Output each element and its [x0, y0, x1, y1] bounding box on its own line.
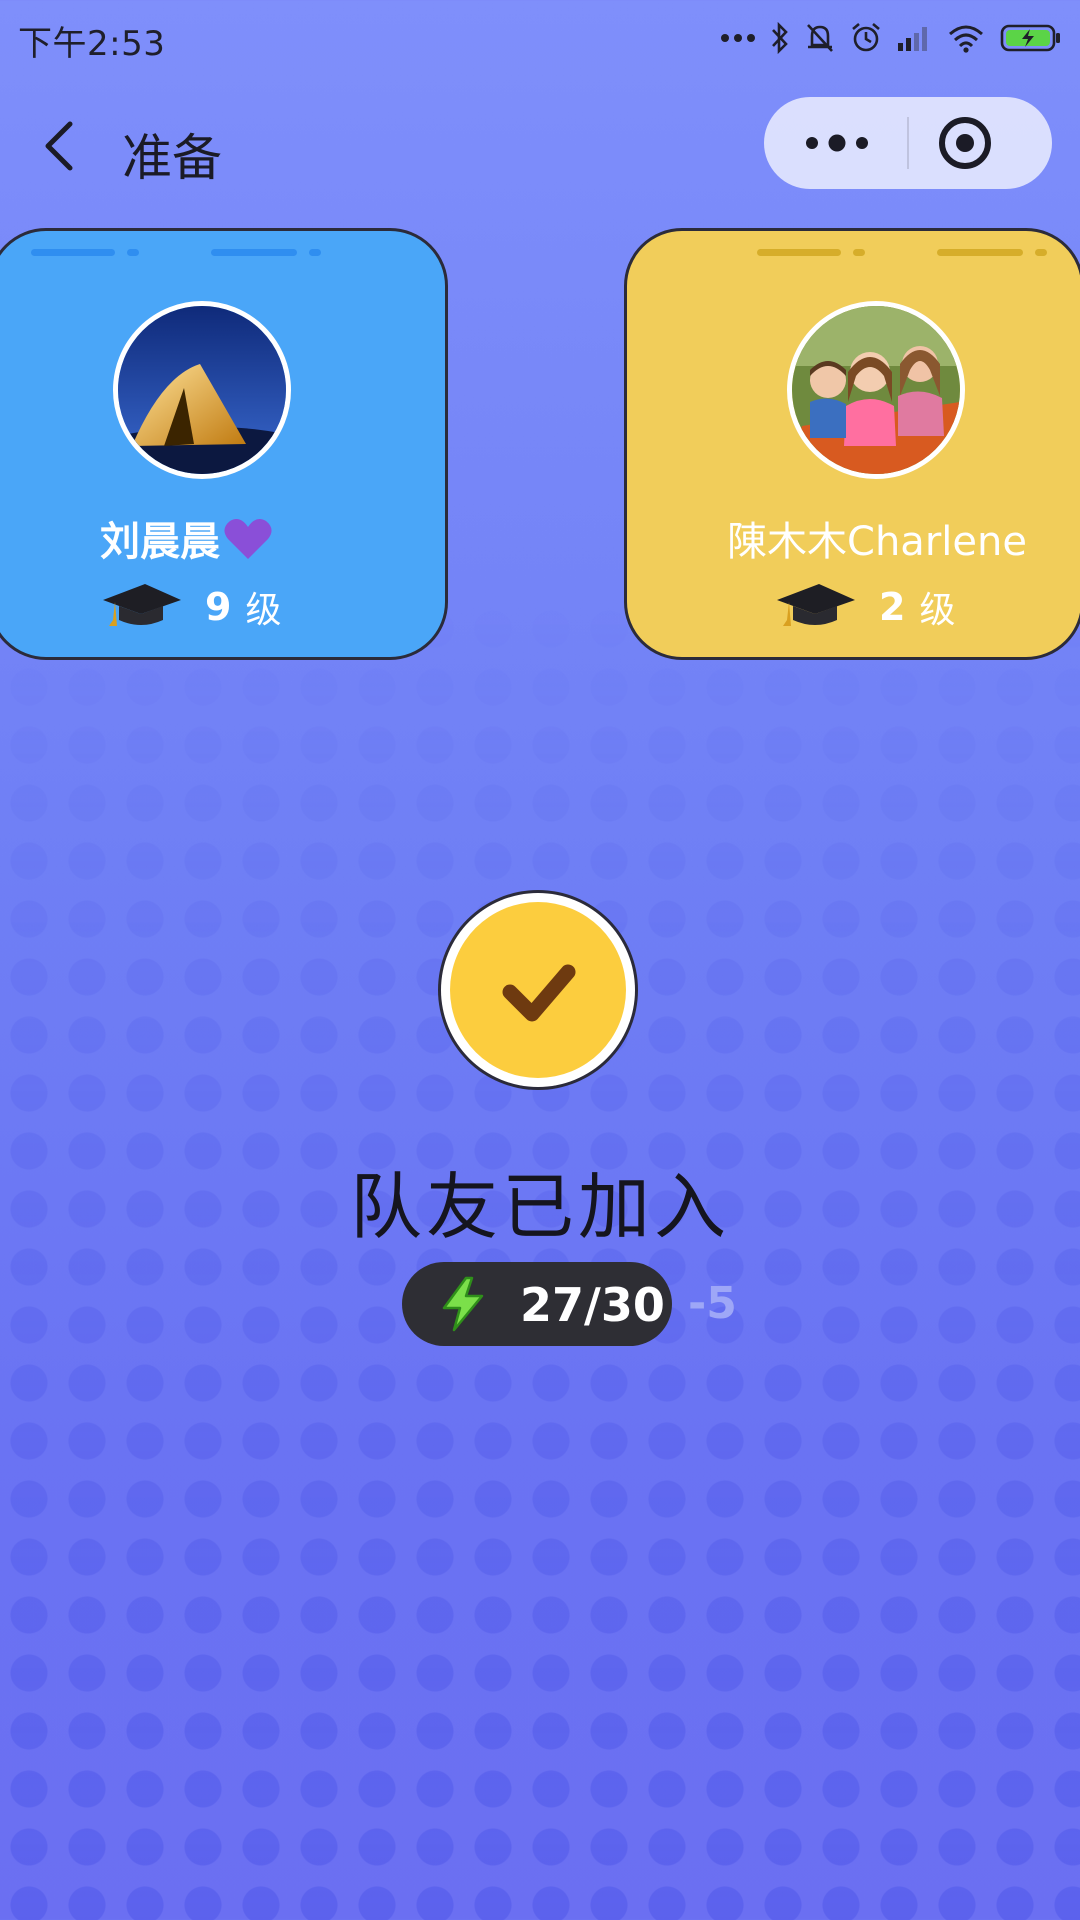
energy-value: 27/30 — [520, 1278, 665, 1332]
player-level: 9 — [205, 585, 232, 629]
signal-icon — [898, 27, 927, 51]
player-card-2: 陳木木Charlene 2 级 — [624, 228, 1080, 660]
status-time: 下午2:53 — [18, 24, 166, 64]
player-level: 2 — [879, 585, 906, 629]
player-card-1: 刘晨晨 9 级 — [0, 228, 448, 660]
avatar[interactable] — [113, 301, 291, 479]
wifi-icon — [949, 25, 983, 53]
mini-program-capsule — [764, 97, 1052, 189]
family-photo — [792, 306, 960, 474]
back-icon[interactable] — [36, 116, 86, 176]
close-button[interactable] — [909, 97, 1052, 189]
teammate-joined-text: 队友已加入 — [349, 1165, 730, 1249]
alarm-icon — [852, 23, 880, 52]
tent-photo — [118, 306, 286, 474]
level-row: 2 级 — [775, 581, 955, 633]
level-row: 9 级 — [101, 581, 281, 633]
status-icons — [720, 18, 1062, 58]
player-name: 陳木木Charlene — [727, 519, 1027, 565]
ready-check-button[interactable] — [438, 890, 638, 1090]
background-dot-pattern — [0, 600, 1080, 1920]
checkmark-icon — [502, 964, 576, 1022]
graduation-cap-icon — [103, 584, 181, 626]
status-bar: 下午2:53 — [0, 0, 1080, 76]
avatar[interactable] — [787, 301, 965, 479]
card-decoration — [31, 249, 331, 259]
player-name: 刘晨晨 — [0, 509, 377, 567]
battery-charging-icon — [1000, 24, 1060, 52]
more-dots-icon — [721, 34, 755, 42]
heart-icon — [224, 519, 272, 559]
energy-counter: 27/30 — [402, 1262, 672, 1346]
nav-bar: 准备 — [0, 80, 1080, 210]
more-button[interactable] — [764, 97, 907, 189]
bluetooth-icon — [772, 21, 788, 55]
energy-cost: -5 — [688, 1278, 737, 1329]
graduation-cap-icon — [777, 584, 855, 626]
level-unit: 级 — [919, 590, 956, 631]
level-unit: 级 — [245, 590, 282, 631]
lightning-bolt-icon — [442, 1276, 484, 1332]
mute-bell-icon — [807, 24, 833, 52]
card-decoration — [757, 249, 1057, 259]
target-close-icon — [939, 117, 991, 169]
page-title: 准备 — [122, 129, 222, 187]
more-icon — [806, 134, 868, 152]
